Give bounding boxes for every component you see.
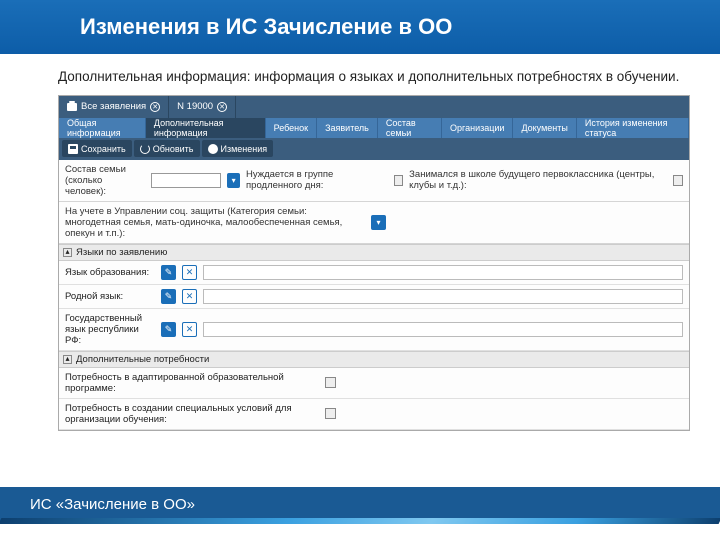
tab-orgs[interactable]: Организации xyxy=(442,118,513,138)
soc-label: На учете в Управлении соц. защиты (Катег… xyxy=(65,206,365,239)
section-languages[interactable]: ▴ Языки по заявлению xyxy=(59,244,689,261)
lang-row-state: Государственный язык республики РФ: ✎ ✕ xyxy=(59,309,689,351)
future-school-label: Занимался в школе будущего первоклассник… xyxy=(409,169,667,191)
app-panel: Все заявления ✕ N 19000 ✕ Общая информац… xyxy=(58,95,690,431)
tab-applicant[interactable]: Заявитель xyxy=(317,118,378,138)
extended-day-label: Нуждается в группе продленного дня: xyxy=(246,169,388,191)
family-count-label: Состав семьи (сколько человек): xyxy=(65,164,145,197)
tab-general[interactable]: Общая информация xyxy=(59,118,146,138)
close-icon[interactable]: ✕ xyxy=(217,102,227,112)
clear-icon[interactable]: ✕ xyxy=(182,322,197,337)
lang-value[interactable] xyxy=(203,265,683,280)
extended-day-checkbox[interactable] xyxy=(394,175,404,186)
briefcase-icon xyxy=(67,103,77,111)
refresh-button[interactable]: Обновить xyxy=(134,140,200,157)
section-title: Дополнительные потребности xyxy=(76,354,209,365)
lang-row-native: Родной язык: ✎ ✕ xyxy=(59,285,689,309)
need-label: Потребность в адаптированной образовател… xyxy=(65,372,315,394)
changes-button[interactable]: Изменения xyxy=(202,140,274,157)
soc-row: На учете в Управлении соц. защиты (Катег… xyxy=(59,202,689,244)
edit-icon[interactable]: ✎ xyxy=(161,322,176,337)
window-tabs: Все заявления ✕ N 19000 ✕ xyxy=(59,96,689,118)
lang-label: Государственный язык республики РФ: xyxy=(65,313,155,346)
changes-icon xyxy=(208,144,218,154)
edit-icon[interactable]: ✎ xyxy=(161,289,176,304)
need-checkbox[interactable] xyxy=(325,408,336,419)
window-tab-all[interactable]: Все заявления ✕ xyxy=(59,96,169,118)
save-icon xyxy=(68,144,78,154)
lang-value[interactable] xyxy=(203,289,683,304)
section-needs[interactable]: ▴ Дополнительные потребности xyxy=(59,351,689,368)
tab-additional[interactable]: Дополнительная информация xyxy=(146,118,266,138)
footer-accent xyxy=(0,518,720,524)
collapse-icon[interactable]: ▴ xyxy=(63,248,72,257)
need-row-adapted: Потребность в адаптированной образовател… xyxy=(59,368,689,399)
tab-child[interactable]: Ребенок xyxy=(266,118,317,138)
clear-icon[interactable]: ✕ xyxy=(182,265,197,280)
soc-picker[interactable]: ▾ xyxy=(371,215,386,230)
clear-icon[interactable]: ✕ xyxy=(182,289,197,304)
slide-subtitle: Дополнительная информация: информация о … xyxy=(58,68,690,87)
need-checkbox[interactable] xyxy=(325,377,336,388)
toolbar: Сохранить Обновить Изменения xyxy=(59,138,689,160)
footer-text: ИС «Зачисление в ОО» xyxy=(30,496,195,513)
section-title: Языки по заявлению xyxy=(76,247,167,258)
form-tabs: Общая информация Дополнительная информац… xyxy=(59,118,689,138)
future-school-checkbox[interactable] xyxy=(673,175,683,186)
tab-family[interactable]: Состав семьи xyxy=(378,118,442,138)
tab-docs[interactable]: Документы xyxy=(513,118,576,138)
need-label: Потребность в создании специальных услов… xyxy=(65,403,315,425)
refresh-icon xyxy=(140,144,150,154)
slide-title: Изменения в ИС Зачисление в ОО xyxy=(0,0,720,54)
family-row: Состав семьи (сколько человек): ▾ Нуждае… xyxy=(59,160,689,202)
slide-footer: ИС «Зачисление в ОО» xyxy=(0,487,720,524)
lang-label: Родной язык: xyxy=(65,291,155,302)
collapse-icon[interactable]: ▴ xyxy=(63,355,72,364)
tab-history[interactable]: История изменения статуса xyxy=(577,118,689,138)
edit-icon[interactable]: ✎ xyxy=(161,265,176,280)
need-row-special: Потребность в создании специальных услов… xyxy=(59,399,689,430)
lang-label: Язык образования: xyxy=(65,267,155,278)
save-button[interactable]: Сохранить xyxy=(62,140,132,157)
family-count-input[interactable] xyxy=(151,173,221,188)
close-icon[interactable]: ✕ xyxy=(150,102,160,112)
lang-row-education: Язык образования: ✎ ✕ xyxy=(59,261,689,285)
lang-value[interactable] xyxy=(203,322,683,337)
family-count-picker[interactable]: ▾ xyxy=(227,173,240,188)
tab-label: N 19000 xyxy=(177,101,213,112)
tab-label: Все заявления xyxy=(81,101,146,112)
window-tab-record[interactable]: N 19000 ✕ xyxy=(169,96,236,118)
